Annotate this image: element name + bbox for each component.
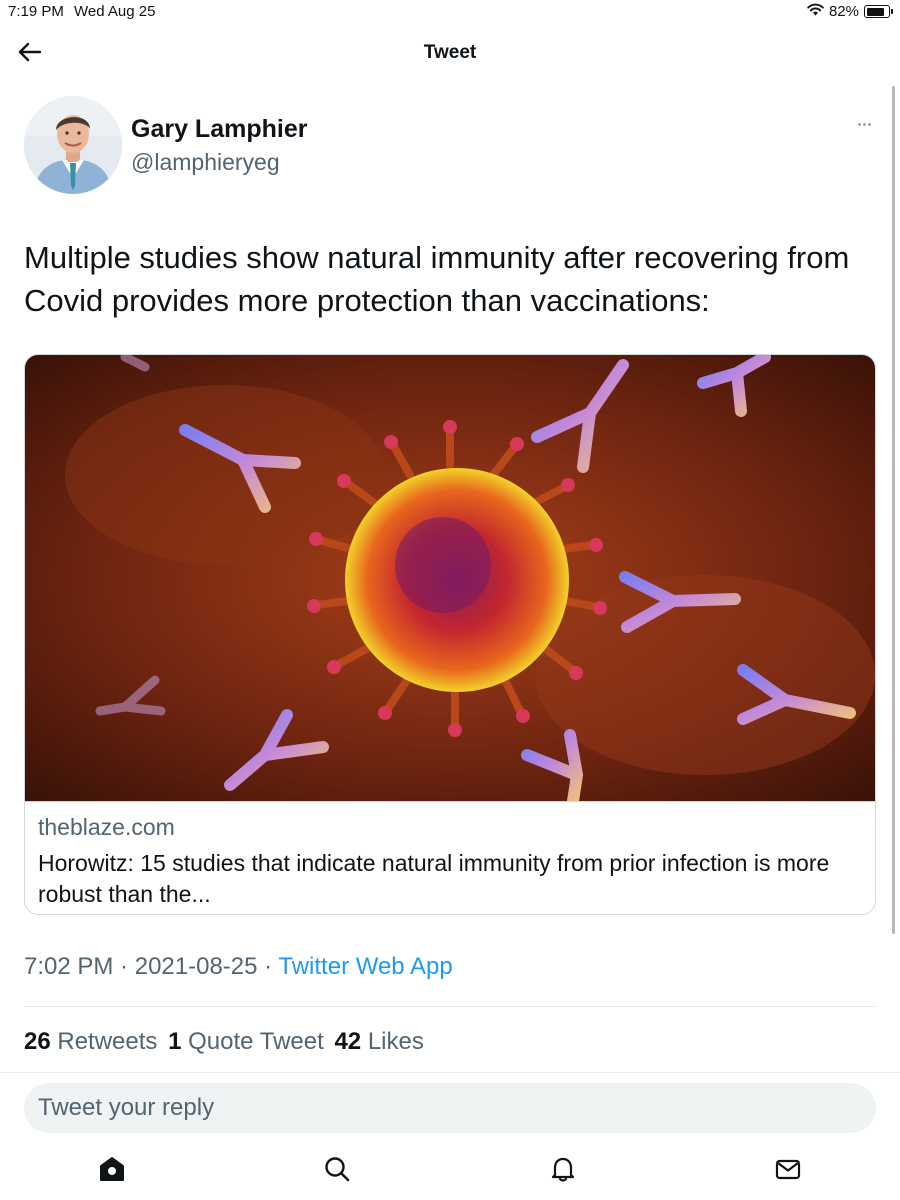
quotes-count: 1 <box>168 1028 182 1055</box>
scrollbar[interactable] <box>892 86 895 934</box>
quotes-stat[interactable]: 1 Quote Tweet <box>168 1028 324 1055</box>
nav-bar: Tweet <box>0 30 900 76</box>
likes-label: Likes <box>367 1028 424 1055</box>
tab-notifications[interactable] <box>543 1154 583 1188</box>
divider <box>24 1006 876 1007</box>
tweet-meta: 7:02 PM · 2021-08-25 · Twitter Web App <box>24 953 453 981</box>
retweets-label: Retweets <box>57 1028 158 1055</box>
card-image[interactable] <box>25 355 875 807</box>
tab-home[interactable] <box>92 1154 132 1188</box>
wifi-icon <box>807 3 824 20</box>
tweet-time: 7:02 PM <box>24 953 114 980</box>
status-bar: 7:19 PM Wed Aug 25 82% <box>0 0 900 26</box>
quotes-label: Quote Tweet <box>188 1028 324 1055</box>
retweets-count: 26 <box>24 1028 51 1055</box>
tab-messages[interactable] <box>768 1154 808 1188</box>
tab-search[interactable] <box>317 1154 357 1188</box>
card-title: Horowitz: 15 studies that indicate natur… <box>38 850 830 907</box>
card-info[interactable]: theblaze.com Horowitz: 15 studies that i… <box>25 801 875 914</box>
link-card[interactable]: theblaze.com Horowitz: 15 studies that i… <box>24 354 876 915</box>
more-options-button[interactable] <box>852 114 876 134</box>
likes-count: 42 <box>334 1028 362 1055</box>
retweets-stat[interactable]: 26 Retweets <box>24 1028 157 1055</box>
status-time: 7:19 PM <box>8 3 64 20</box>
messages-icon <box>774 1155 802 1188</box>
card-domain: theblaze.com <box>38 814 175 840</box>
home-icon <box>98 1155 126 1188</box>
reply-area <box>0 1072 900 1142</box>
likes-stat[interactable]: 42 Likes <box>334 1028 423 1055</box>
author-handle[interactable]: @lamphieryeg <box>131 149 280 176</box>
tweet-author: Gary Lamphier @lamphieryeg <box>24 96 876 196</box>
tweet-stats: 26 Retweets 1 Quote Tweet 42 Likes <box>24 1028 424 1056</box>
author-name[interactable]: Gary Lamphier <box>131 115 307 144</box>
meta-separator: · <box>113 953 135 980</box>
meta-separator-2: · <box>257 953 279 980</box>
notifications-icon <box>549 1155 577 1188</box>
avatar[interactable] <box>24 96 122 194</box>
tab-bar <box>0 1142 900 1200</box>
reply-input[interactable] <box>24 1083 876 1133</box>
page-title: Tweet <box>423 42 477 63</box>
search-icon <box>323 1155 351 1188</box>
more-options-icon <box>857 122 861 126</box>
battery-level-fill <box>866 7 884 16</box>
battery-icon <box>864 5 893 18</box>
tweet-source-link[interactable]: Twitter Web App <box>278 953 452 980</box>
tweet-date: 2021-08-25 <box>134 953 258 980</box>
tweet-text: Multiple studies show natural immunity a… <box>24 240 850 318</box>
status-right: 82% <box>807 3 893 20</box>
status-date: Wed Aug 25 <box>74 3 156 20</box>
battery-percent: 82% <box>828 3 859 20</box>
